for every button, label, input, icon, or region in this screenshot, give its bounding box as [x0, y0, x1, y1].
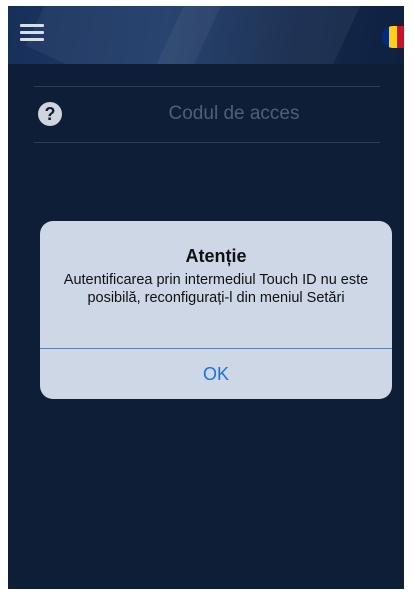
app-screen: ? Atenție Autentificarea prin intermediu… — [8, 6, 404, 589]
alert-dialog: Atenție Autentificarea prin intermediul … — [40, 221, 392, 399]
ok-button[interactable]: OK — [40, 349, 392, 399]
alert-message: Autentificarea prin intermediul Touch ID… — [63, 272, 369, 306]
alert-title: Atenție — [185, 246, 247, 266]
